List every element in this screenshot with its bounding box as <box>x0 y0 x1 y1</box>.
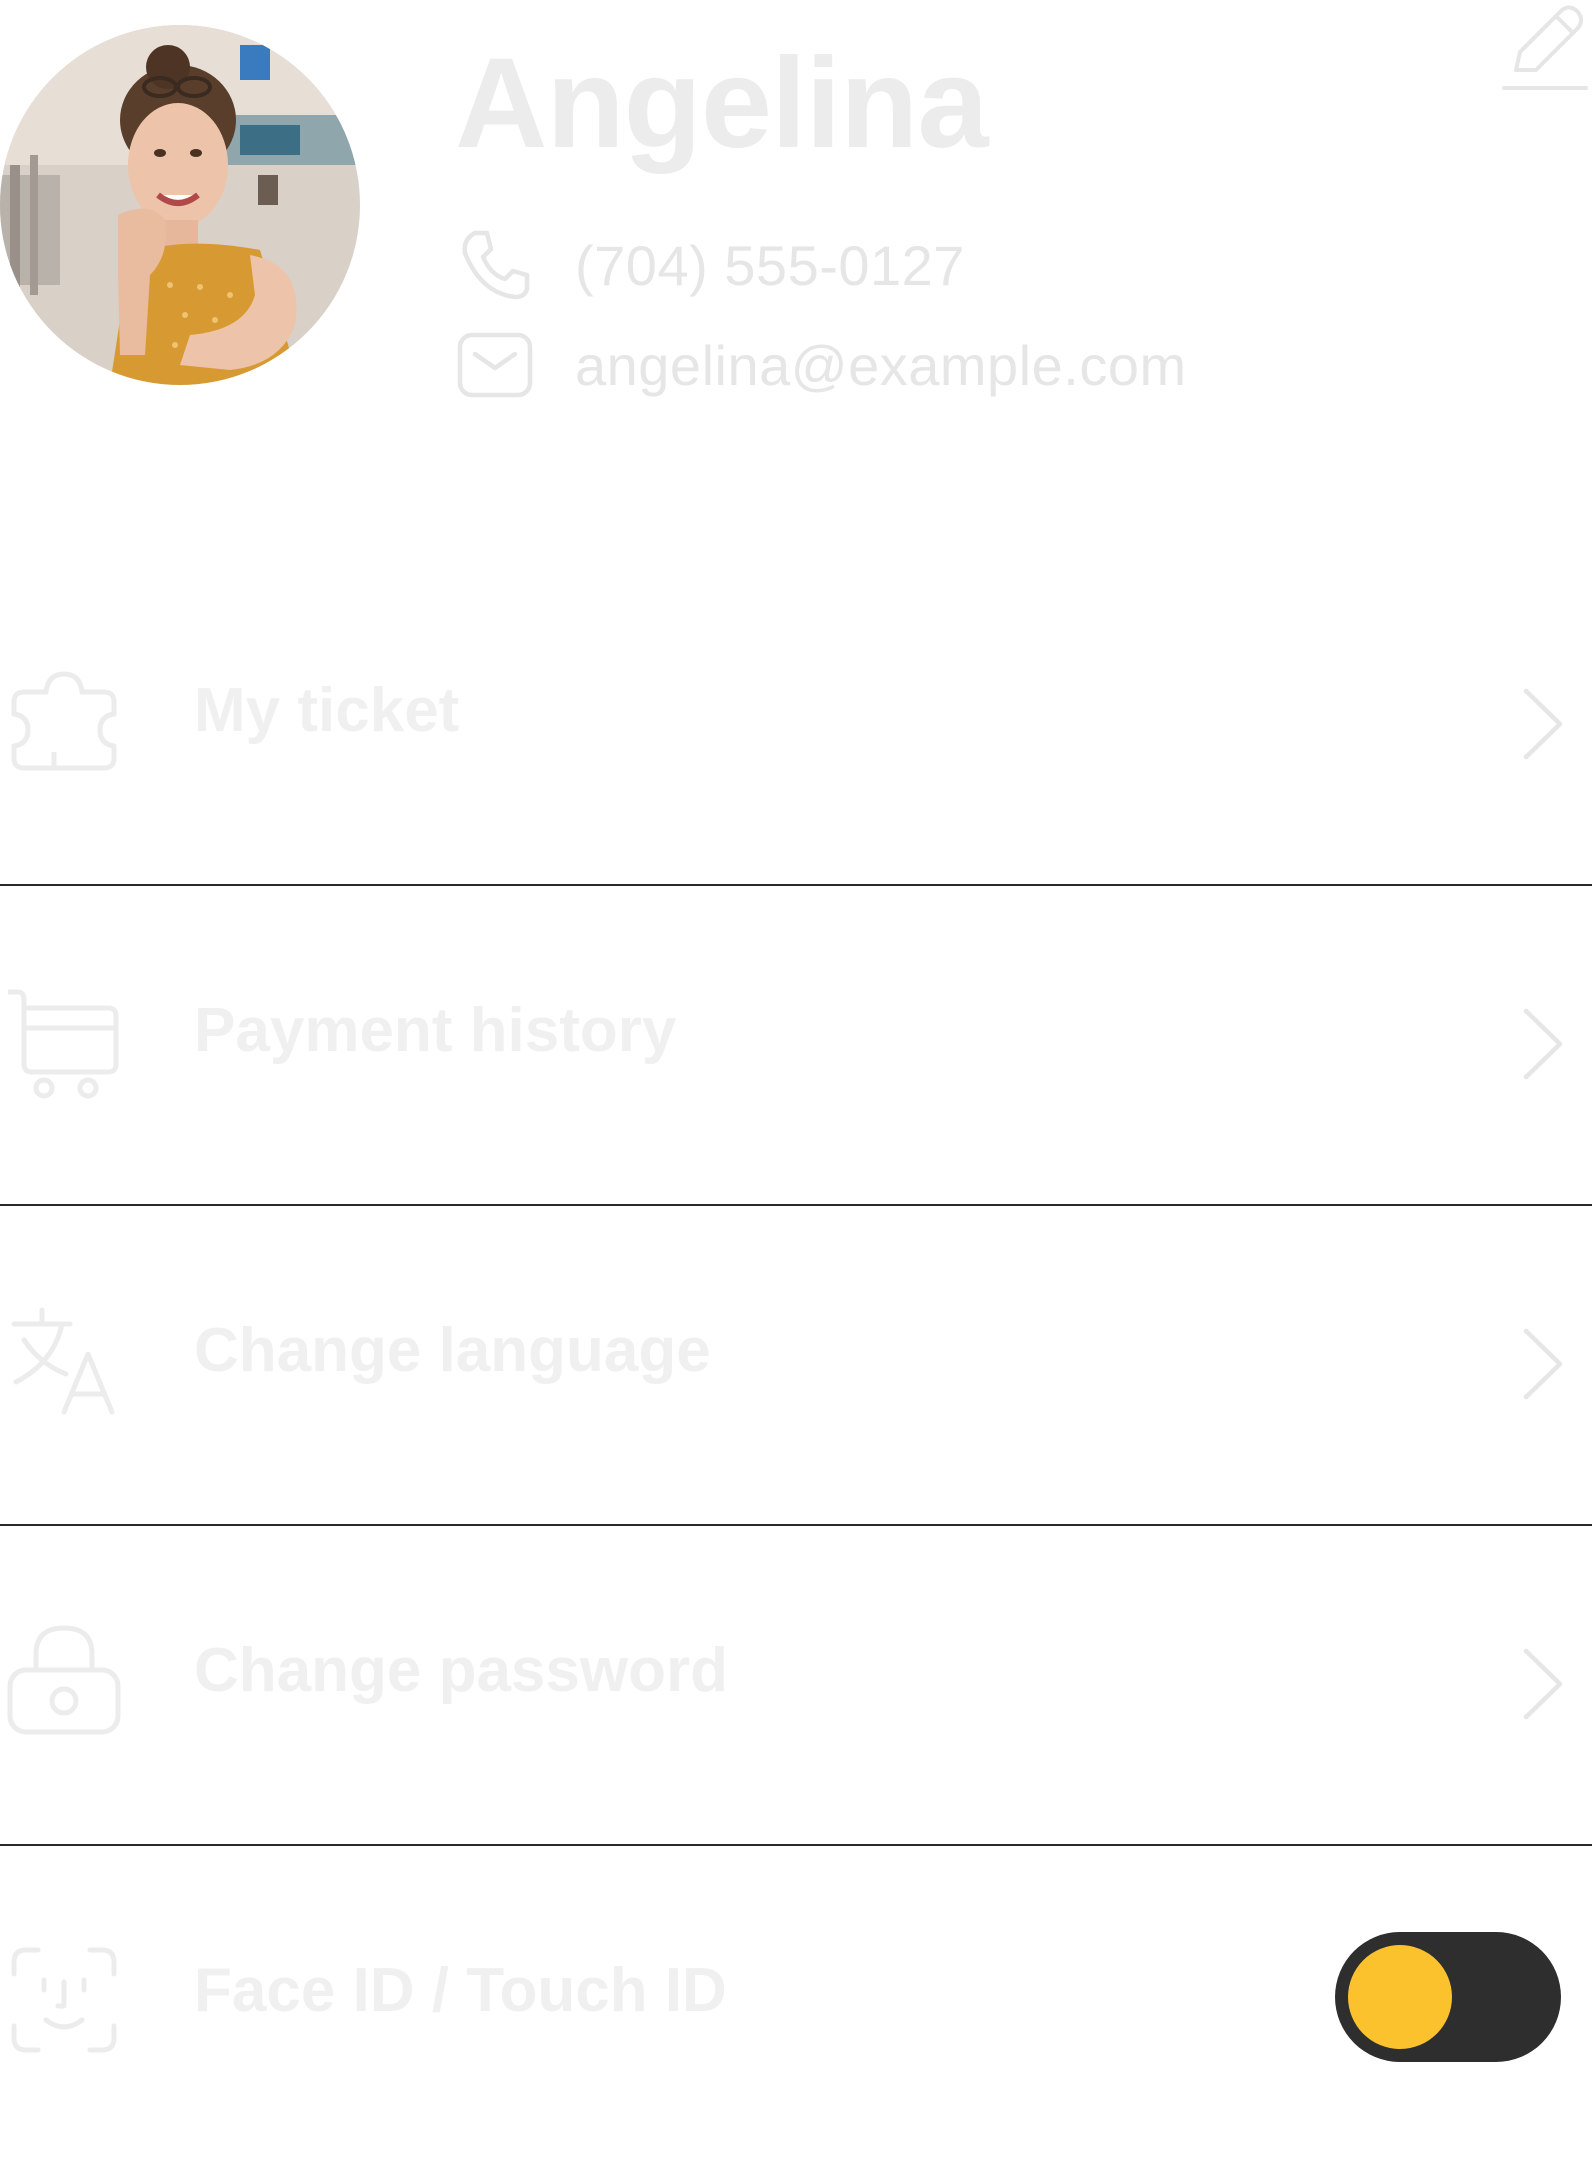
face-id-toggle[interactable] <box>1335 1932 1561 2062</box>
menu-item-payment-history[interactable]: Payment history <box>0 886 1592 1206</box>
avatar <box>0 25 360 385</box>
menu-item-label: My ticket <box>194 676 460 745</box>
email-row: angelina@example.com <box>455 325 1187 405</box>
toggle-knob <box>1348 1945 1452 2049</box>
menu-item-label: Change password <box>194 1636 728 1705</box>
chevron-right-icon <box>1518 685 1568 763</box>
face-id-icon <box>4 1940 124 2060</box>
translate-icon <box>4 1300 124 1420</box>
profile-name: Angelina <box>455 32 988 175</box>
menu-item-change-language[interactable]: Change language <box>0 1206 1592 1526</box>
cart-icon <box>4 980 124 1100</box>
phone-icon <box>455 225 535 305</box>
menu-item-label: Face ID / Touch ID <box>194 1956 727 2025</box>
pencil-icon <box>1498 0 1588 96</box>
phone-row: (704) 555-0127 <box>455 225 965 305</box>
menu-item-my-ticket[interactable]: My ticket <box>0 566 1592 886</box>
settings-menu: My ticket Payment history Change languag… <box>0 566 1592 2166</box>
menu-item-change-password[interactable]: Change password <box>0 1526 1592 1846</box>
lock-icon <box>4 1620 124 1740</box>
menu-item-label: Change language <box>194 1316 711 1385</box>
mail-icon <box>455 325 535 405</box>
chevron-right-icon <box>1518 1645 1568 1723</box>
ticket-icon <box>4 660 124 780</box>
phone-number: (704) 555-0127 <box>575 233 965 297</box>
edit-profile-button[interactable] <box>1498 0 1588 96</box>
menu-item-face-id[interactable]: Face ID / Touch ID <box>0 1846 1592 2166</box>
menu-item-label: Payment history <box>194 996 677 1065</box>
chevron-right-icon <box>1518 1325 1568 1403</box>
email-address: angelina@example.com <box>575 333 1187 397</box>
chevron-right-icon <box>1518 1005 1568 1083</box>
